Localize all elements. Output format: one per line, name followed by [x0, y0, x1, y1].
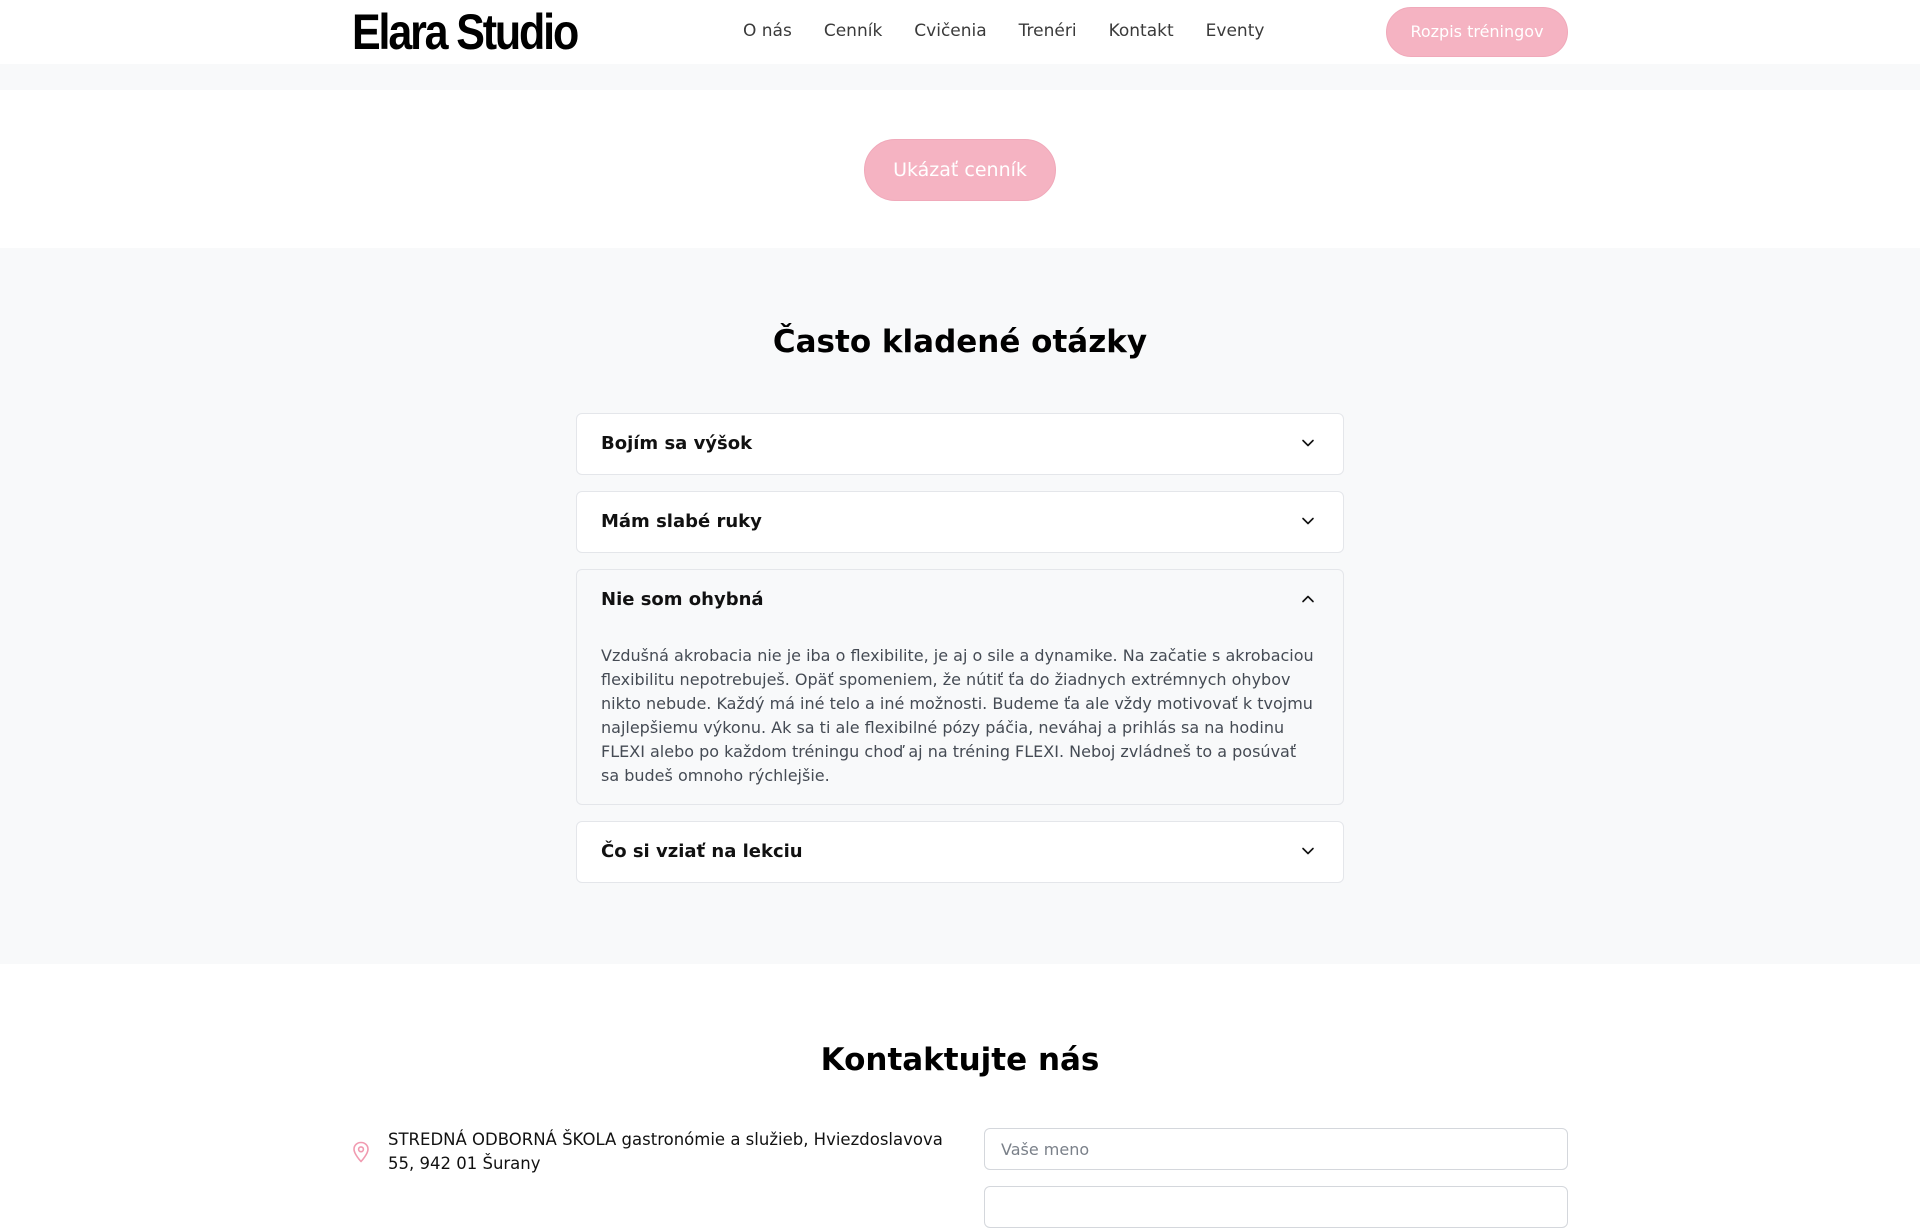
header-container: Elara Studio O nás Cenník Cvičenia Trené…: [352, 0, 1568, 64]
contact-address: STREDNÁ ODBORNÁ ŠKOLA gastronómie a služ…: [388, 1130, 943, 1173]
faq-section: Často kladené otázky Bojím sa výšok Mám …: [0, 248, 1920, 964]
name-input[interactable]: [984, 1128, 1568, 1170]
faq-item: Mám slabé ruky: [576, 491, 1344, 553]
nav-link-kontakt[interactable]: Kontakt: [1109, 20, 1174, 42]
pricing-section: Ukázať cenník: [0, 90, 1920, 248]
nav-link-cvicenia[interactable]: Cvičenia: [914, 20, 986, 42]
contact-title: Kontaktujte nás: [820, 1042, 1100, 1078]
map-pin-icon: [353, 1141, 369, 1163]
site-header: Elara Studio O nás Cenník Cvičenia Trené…: [0, 0, 1920, 64]
faq-item: Bojím sa výšok: [576, 413, 1344, 475]
email-input[interactable]: [984, 1186, 1568, 1228]
faq-question: Nie som ohybná: [601, 589, 764, 610]
logo[interactable]: Elara Studio: [352, 4, 579, 60]
faq-answer: Vzdušná akrobacia nie je iba o flexibili…: [601, 646, 1314, 785]
faq-toggle[interactable]: Mám slabé ruky: [577, 492, 1343, 552]
faq-item: Čo si vziať na lekciu: [576, 821, 1344, 883]
chevron-up-icon: [1302, 595, 1314, 603]
section-divider-strip: [0, 64, 1920, 90]
faq-toggle[interactable]: Bojím sa výšok: [577, 414, 1343, 474]
main-nav: O nás Cenník Cvičenia Trenéri Kontakt Ev…: [743, 20, 1264, 42]
nav-link-eventy[interactable]: Eventy: [1206, 20, 1265, 42]
faq-list: Bojím sa výšok Mám slabé ruky Nie som oh…: [576, 413, 1344, 899]
nav-link-o-nas[interactable]: O nás: [743, 20, 792, 42]
faq-question: Čo si vziať na lekciu: [601, 841, 803, 862]
schedule-button[interactable]: Rozpis tréningov: [1386, 7, 1568, 57]
faq-toggle[interactable]: Nie som ohybná: [577, 570, 1343, 630]
nav-link-cennik[interactable]: Cenník: [824, 20, 882, 42]
contact-section: Kontaktujte nás STREDNÁ ODBORNÁ ŠKOLA ga…: [0, 964, 1920, 1228]
chevron-down-icon: [1302, 439, 1314, 447]
show-pricing-button[interactable]: Ukázať cenník: [864, 139, 1056, 201]
chevron-down-icon: [1302, 517, 1314, 525]
chevron-down-icon: [1302, 847, 1314, 855]
faq-title: Často kladené otázky: [772, 324, 1148, 360]
faq-toggle[interactable]: Čo si vziať na lekciu: [577, 822, 1343, 882]
faq-question: Mám slabé ruky: [601, 511, 762, 532]
nav-link-treneri[interactable]: Trenéri: [1019, 20, 1077, 42]
faq-question: Bojím sa výšok: [601, 433, 753, 454]
faq-item-expanded: Nie som ohybná Vzdušná akrobacia nie je …: [576, 569, 1344, 805]
